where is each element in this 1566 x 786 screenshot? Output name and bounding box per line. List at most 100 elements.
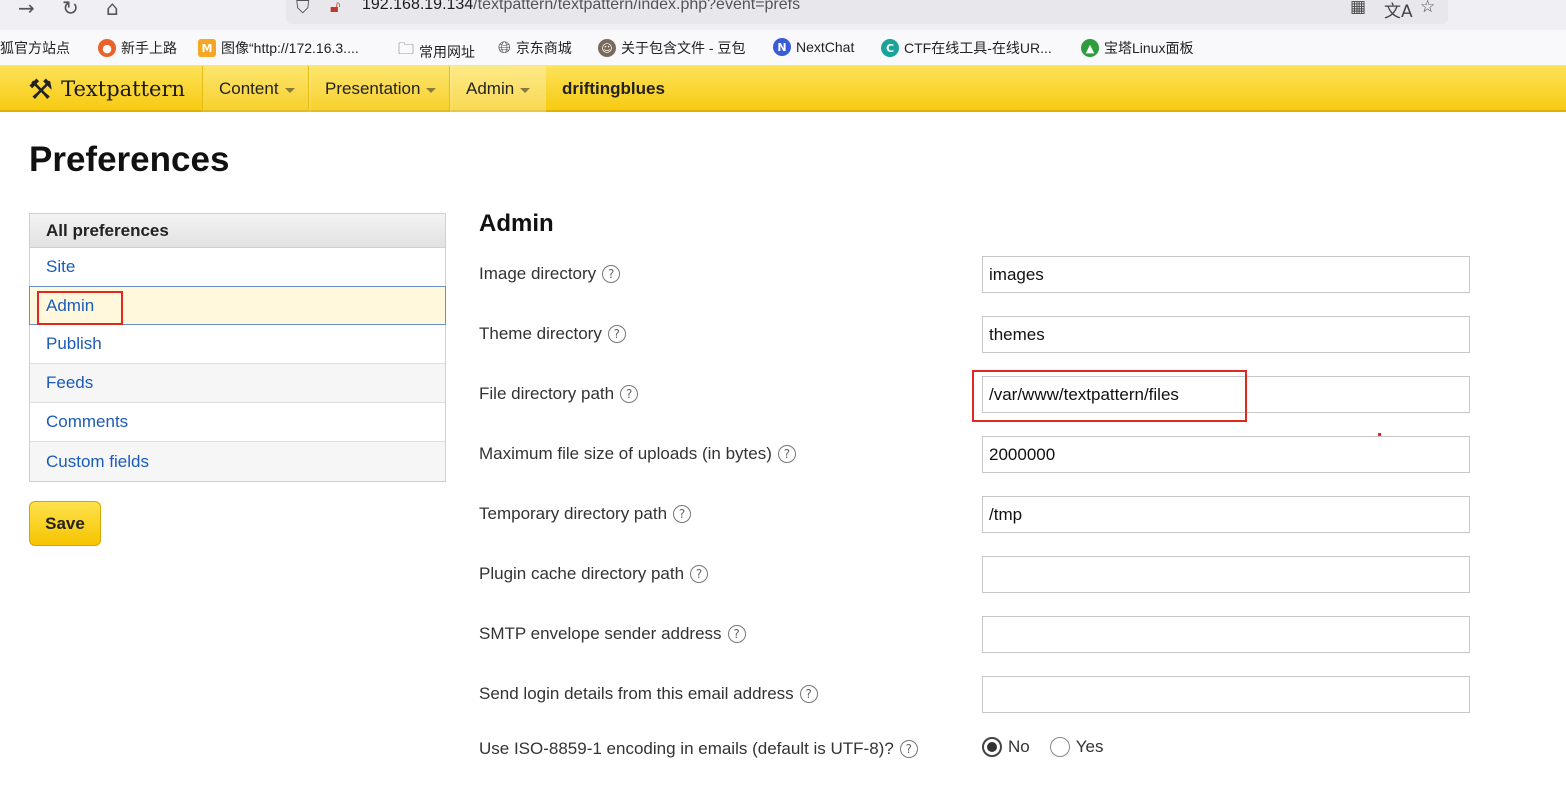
pref-label-temp-directory-path: Temporary directory path? [479, 504, 692, 524]
textpattern-logo[interactable]: ⚒ Textpattern [28, 66, 185, 112]
bookmark-label: 图像“http://172.16.3.... [221, 40, 359, 56]
field-label: File directory path [479, 384, 615, 403]
save-button[interactable]: Save [29, 501, 101, 546]
field-label: Send login details from this email addre… [479, 684, 794, 703]
pref-label-iso-encoding: Use ISO-8859-1 encoding in emails (defau… [479, 739, 918, 759]
encoding-radio-group: No Yes [982, 737, 1103, 757]
globe-icon: 🌐︎ [498, 38, 511, 57]
url-host: 192.168.19.134 [362, 0, 474, 13]
nav-admin[interactable]: Admin [449, 66, 547, 112]
plugin-cache-path-input[interactable] [982, 556, 1470, 593]
bookmarks-bar: 火狐官方站点 ● 新手上路 M 图像“http://172.16.3.... 🗀… [0, 30, 1566, 66]
bookmark-item[interactable]: ● 新手上路 [98, 38, 177, 58]
help-icon[interactable]: ? [899, 740, 918, 758]
browser-toolbar: → ↻ ⌂ ⛉ 🔓︎ 192.168.19.134/textpattern/te… [0, 0, 1566, 30]
shield-icon[interactable]: ⛉ [296, 0, 310, 18]
preferences-sidebar: All preferences Site Admin Publish Feeds… [29, 213, 446, 482]
help-icon[interactable]: ? [799, 685, 818, 703]
radio-yes[interactable] [1049, 737, 1070, 757]
help-icon[interactable]: ? [602, 265, 621, 283]
help-icon[interactable]: ? [727, 625, 746, 643]
insecure-lock-icon[interactable]: 🔓︎ [330, 0, 340, 17]
pref-label-login-email-from: Send login details from this email addre… [479, 684, 818, 704]
page-title: Preferences [29, 140, 230, 179]
smtp-sender-input[interactable] [982, 616, 1470, 653]
doubao-icon: ☺ [598, 39, 616, 57]
temp-directory-path-input[interactable] [982, 496, 1470, 533]
sidebar-item-label: Admin [46, 295, 95, 315]
pref-label-file-directory-path: File directory path? [479, 384, 639, 404]
bookmark-item[interactable]: ☺ 关于包含文件 - 豆包 [598, 38, 745, 58]
caret-down-icon [520, 87, 531, 93]
login-email-from-input[interactable] [982, 676, 1470, 713]
field-label: Plugin cache directory path [479, 564, 685, 583]
pref-label-smtp-sender: SMTP envelope sender address? [479, 624, 746, 644]
reload-icon[interactable]: ↻ [62, 0, 79, 18]
sidebar-heading[interactable]: All preferences [30, 214, 445, 248]
help-icon[interactable]: ? [690, 565, 709, 583]
home-icon[interactable]: ⌂ [106, 0, 119, 18]
sidebar-item-admin[interactable]: Admin [29, 286, 446, 325]
theme-directory-input[interactable] [982, 316, 1470, 353]
sidebar-item-custom-fields[interactable]: Custom fields [30, 442, 445, 481]
help-icon[interactable]: ? [620, 385, 639, 403]
translate-icon[interactable]: 文A [1384, 0, 1413, 22]
caret-down-icon [426, 87, 437, 93]
field-label: Use ISO-8859-1 encoding in emails (defau… [479, 739, 894, 758]
max-upload-size-input[interactable] [982, 436, 1470, 473]
qr-code-icon[interactable]: ▦ [1350, 0, 1366, 17]
bookmark-label: 关于包含文件 - 豆包 [621, 40, 746, 56]
field-label: SMTP envelope sender address [479, 624, 722, 643]
bookmark-item[interactable]: C CTF在线工具-在线UR... [881, 38, 1052, 58]
sidebar-item-label: Custom fields [46, 451, 149, 471]
bookmark-star-icon[interactable]: ☆ [1420, 0, 1435, 17]
pref-label-max-upload-size: Maximum file size of uploads (in bytes)? [479, 444, 796, 464]
firefox-icon: ● [98, 39, 116, 57]
bookmark-item[interactable]: 🌐︎ 京东商城 [498, 38, 572, 58]
nav-presentation[interactable]: Presentation [308, 66, 453, 112]
site-name-link[interactable]: driftingblues [562, 66, 665, 112]
bookmark-item[interactable]: M 图像“http://172.16.3.... [198, 38, 359, 58]
file-directory-path-input[interactable] [982, 376, 1470, 413]
help-icon[interactable]: ? [607, 325, 626, 343]
bookmark-label: CTF在线工具-在线UR... [904, 40, 1052, 56]
field-label: Maximum file size of uploads (in bytes) [479, 444, 772, 463]
forward-arrow-icon[interactable]: → [18, 0, 35, 18]
site-name: driftingblues [562, 79, 665, 98]
field-label: Image directory [479, 264, 597, 283]
sidebar-item-site[interactable]: Site [30, 248, 445, 287]
bookmark-item[interactable]: N NextChat [773, 38, 854, 56]
sidebar-item-comments[interactable]: Comments [30, 403, 445, 442]
logo-text: Textpattern [61, 77, 186, 101]
sidebar-item-publish[interactable]: Publish [30, 325, 445, 364]
sidebar-item-label: Feeds [46, 373, 94, 392]
bookmark-item[interactable]: 火狐官方站点 [0, 38, 70, 58]
annotation-dot [1378, 433, 1381, 436]
caret-down-icon [284, 87, 295, 93]
sidebar-item-label: Comments [46, 412, 129, 431]
nav-label: Content [219, 79, 279, 98]
nav-content[interactable]: Content [202, 66, 311, 112]
bookmark-item[interactable]: 🗀 常用网址 [398, 38, 475, 65]
sidebar-item-label: Publish [46, 334, 102, 353]
sidebar-item-feeds[interactable]: Feeds [30, 364, 445, 403]
field-label: Theme directory [479, 324, 602, 343]
folder-icon: 🗀 [398, 41, 415, 58]
help-icon[interactable]: ? [673, 505, 692, 523]
bookmark-item[interactable]: ▲ 宝塔Linux面板 [1081, 38, 1193, 58]
radio-yes-label[interactable]: Yes [1076, 737, 1104, 757]
nav-label: Presentation [325, 79, 421, 98]
image-directory-input[interactable] [982, 256, 1470, 293]
bookmark-label: 宝塔Linux面板 [1104, 40, 1194, 56]
sidebar-item-label: Site [46, 257, 76, 276]
pref-label-image-directory: Image directory? [479, 264, 621, 284]
baota-icon: ▲ [1081, 39, 1099, 57]
bookmark-label: 火狐官方站点 [0, 40, 70, 56]
url-text[interactable]: 192.168.19.134/textpattern/textpattern/i… [362, 0, 800, 14]
bookmark-label: 新手上路 [121, 40, 177, 56]
url-path: /textpattern/textpattern/index.php?event… [473, 0, 801, 13]
help-icon[interactable]: ? [777, 445, 796, 463]
radio-no-label[interactable]: No [1008, 737, 1030, 757]
pref-label-theme-directory: Theme directory? [479, 324, 626, 344]
radio-no[interactable] [982, 737, 1002, 757]
